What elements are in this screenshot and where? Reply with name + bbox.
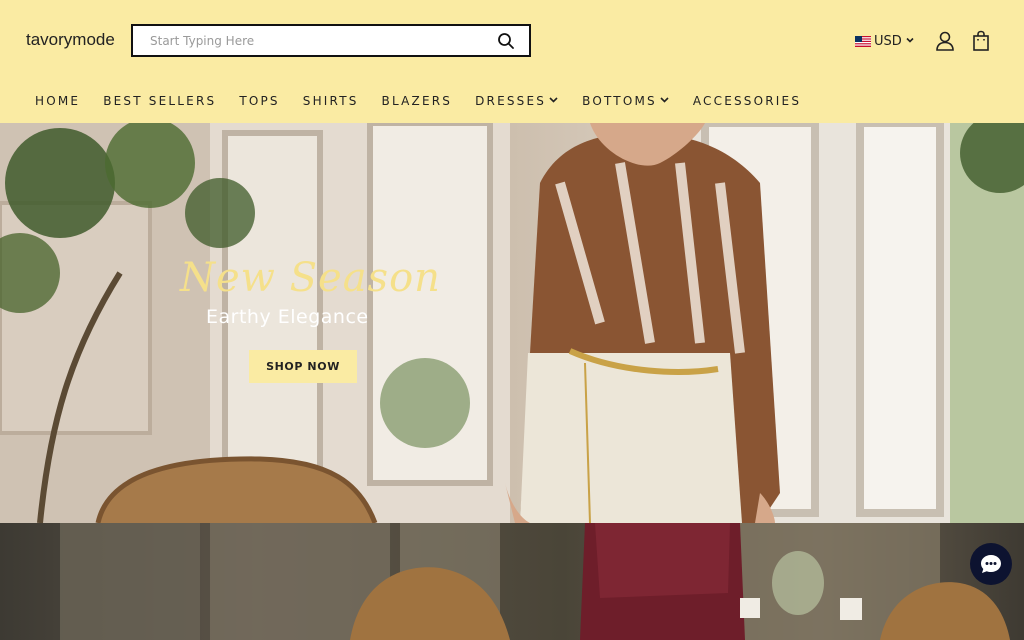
shopping-bag-icon[interactable] [971,30,991,52]
main-nav: HOME BEST SELLERS TOPS SHIRTS BLAZERS DR… [35,94,801,108]
search-input[interactable] [133,26,483,55]
chevron-down-icon [548,94,559,108]
brand-logo[interactable]: tavorymode [26,30,115,50]
nav-item-bottoms[interactable]: BOTTOMS [582,94,670,108]
nav-item-label: BEST SELLERS [103,94,217,108]
hero-banner: New Season Earthy Elegance SHOP NOW [0,123,1024,523]
shop-now-button[interactable]: SHOP NOW [249,350,357,383]
nav-item-label: BOTTOMS [582,94,657,108]
hero-title: New Season [180,255,441,301]
nav-item-tops[interactable]: TOPS [239,94,279,108]
nav-item-dresses[interactable]: DRESSES [475,94,559,108]
search-icon[interactable] [497,32,515,50]
currency-code: USD [874,33,902,49]
us-flag-icon [855,35,871,47]
nav-item-label: BLAZERS [381,94,453,108]
hero-image [0,123,1024,523]
nav-item-blazers[interactable]: BLAZERS [382,94,453,108]
nav-item-label: ACCESSORIES [692,94,802,108]
chevron-down-icon [905,34,915,49]
nav-item-label: HOME [35,94,81,108]
chat-icon[interactable] [970,543,1012,585]
nav-item-best-sellers[interactable]: BEST SELLERS [103,94,216,108]
site-header: tavorymode USD HOME B [0,0,1024,123]
nav-item-accessories[interactable]: ACCESSORIES [693,94,801,108]
nav-item-label: TOPS [239,94,280,108]
nav-item-home[interactable]: HOME [35,94,80,108]
secondary-banner [0,523,1024,640]
currency-selector[interactable]: USD [855,32,915,50]
hero-subtitle: Earthy Elegance [206,306,369,328]
secondary-banner-image [60,523,1010,640]
nav-item-shirts[interactable]: SHIRTS [303,94,359,108]
chevron-down-icon [659,94,670,108]
user-icon[interactable] [934,30,956,52]
nav-item-label: DRESSES [475,94,547,108]
search-bar [131,24,531,57]
nav-item-label: SHIRTS [302,94,359,108]
